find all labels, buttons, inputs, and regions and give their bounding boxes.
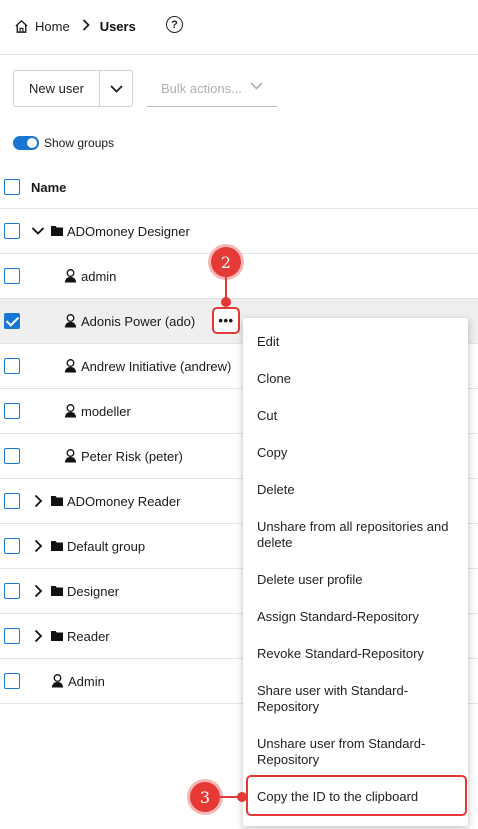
folder-icon — [51, 226, 63, 236]
step-3-badge: 3 — [190, 782, 220, 812]
new-user-button[interactable]: New user — [14, 71, 100, 106]
divider — [0, 54, 478, 55]
row-checkbox[interactable] — [4, 358, 20, 374]
new-user-split-button: New user — [13, 70, 133, 107]
user-name: Andrew Initiative (andrew) — [81, 359, 232, 374]
row-checkbox[interactable] — [4, 268, 20, 284]
user-icon — [64, 314, 77, 328]
row-checkbox[interactable] — [4, 403, 20, 419]
row-checkbox[interactable] — [4, 493, 20, 509]
chevron-right-icon[interactable] — [31, 584, 45, 598]
menu-item-unshare-all-delete[interactable]: Unshare from all repositories and delete — [257, 519, 457, 551]
menu-item-delete[interactable]: Delete — [257, 482, 457, 498]
group-name: Reader — [67, 629, 110, 644]
chevron-right-icon[interactable] — [31, 539, 45, 553]
menu-item-assign-repository[interactable]: Assign Standard-Repository — [257, 609, 457, 625]
show-groups-toggle-row: Show groups — [13, 136, 114, 150]
menu-item-cut[interactable]: Cut — [257, 408, 457, 424]
chevron-right-icon[interactable] — [31, 629, 45, 643]
menu-item-revoke-repository[interactable]: Revoke Standard-Repository — [257, 646, 457, 662]
breadcrumb-home[interactable]: Home — [14, 19, 70, 34]
chevron-down-icon — [109, 84, 123, 93]
help-icon[interactable]: ? — [166, 16, 183, 33]
user-icon — [51, 674, 64, 688]
menu-item-unshare-user[interactable]: Unshare user from Standard-Repository — [257, 736, 457, 768]
row-checkbox[interactable] — [4, 313, 20, 329]
menu-item-edit[interactable]: Edit — [257, 334, 457, 350]
show-groups-label: Show groups — [44, 136, 115, 150]
step-2-badge: 2 — [211, 247, 241, 277]
group-name: Designer — [67, 584, 120, 599]
chevron-down-icon[interactable] — [31, 224, 45, 238]
folder-icon — [51, 586, 63, 596]
name-column-header[interactable]: Name — [31, 180, 66, 195]
user-icon — [64, 449, 77, 463]
bulk-actions-placeholder: Bulk actions... — [161, 80, 242, 96]
annotation-dot — [221, 297, 231, 307]
user-icon — [64, 404, 77, 418]
breadcrumb-home-label: Home — [35, 18, 70, 34]
folder-icon — [51, 541, 63, 551]
menu-item-highlight — [246, 775, 467, 816]
folder-icon — [51, 631, 63, 641]
menu-item-copy[interactable]: Copy — [257, 445, 457, 461]
new-user-dropdown-button[interactable] — [100, 71, 132, 106]
folder-icon — [51, 496, 63, 506]
menu-item-delete-user-profile[interactable]: Delete user profile — [257, 572, 457, 588]
row-actions-button[interactable]: ••• — [212, 307, 240, 334]
bulk-actions-select[interactable]: Bulk actions... — [147, 70, 277, 107]
group-name: ADOmoney Designer — [67, 224, 190, 239]
user-name: Admin — [68, 674, 105, 689]
annotation-dot — [237, 792, 247, 802]
user-name: admin — [81, 269, 117, 284]
table-header: Name — [0, 165, 478, 209]
user-icon — [64, 269, 77, 283]
row-checkbox[interactable] — [4, 673, 20, 689]
breadcrumb: Home Users — [14, 16, 136, 36]
user-name: Peter Risk (peter) — [81, 449, 183, 464]
chevron-down-icon — [250, 82, 263, 90]
table-row[interactable]: ADOmoney Designer — [0, 209, 478, 254]
row-checkbox[interactable] — [4, 448, 20, 464]
user-name: Adonis Power (ado) — [81, 314, 196, 329]
group-name: ADOmoney Reader — [67, 494, 181, 509]
row-checkbox[interactable] — [4, 583, 20, 599]
show-groups-toggle[interactable] — [13, 136, 39, 150]
chevron-right-icon[interactable] — [31, 494, 45, 508]
user-icon — [64, 359, 77, 373]
home-icon — [15, 19, 28, 33]
menu-item-clone[interactable]: Clone — [257, 371, 457, 387]
more-horizontal-icon: ••• — [218, 313, 234, 328]
chevron-right-icon — [82, 18, 90, 34]
group-name: Default group — [67, 539, 146, 554]
select-all-checkbox[interactable] — [4, 179, 20, 195]
row-checkbox[interactable] — [4, 538, 20, 554]
row-checkbox[interactable] — [4, 628, 20, 644]
breadcrumb-current: Users — [99, 18, 136, 34]
user-name: modeller — [81, 404, 131, 419]
row-checkbox[interactable] — [4, 223, 20, 239]
menu-item-share-user[interactable]: Share user with Standard-Repository — [257, 683, 457, 715]
